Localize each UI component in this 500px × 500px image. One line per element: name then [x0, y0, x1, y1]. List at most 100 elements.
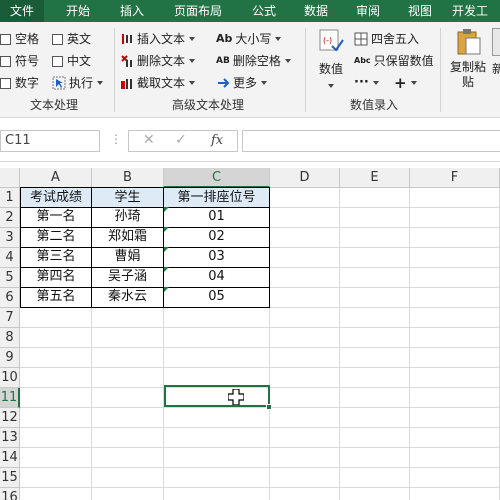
insert-function-icon[interactable]: fx — [211, 133, 223, 148]
tab-formulas[interactable]: 公式 — [244, 0, 284, 22]
tab-file[interactable]: 文件 — [0, 0, 44, 22]
fill-handle[interactable] — [266, 404, 272, 410]
select-all-corner[interactable] — [0, 168, 20, 188]
symbol-checkbox-box[interactable] — [0, 55, 11, 67]
english-checkbox-box[interactable] — [52, 33, 63, 45]
plus-button[interactable]: + — [394, 74, 417, 92]
row-header[interactable]: 16 — [0, 488, 20, 500]
row-header[interactable]: 11 — [0, 388, 20, 408]
space-checkbox-box[interactable] — [0, 33, 11, 45]
round-icon — [354, 32, 368, 46]
chinese-checkbox[interactable]: 中文 — [52, 52, 91, 70]
table-cell[interactable]: 第四名 — [20, 267, 92, 288]
gridline — [20, 347, 500, 348]
selected-cell-c11[interactable] — [164, 385, 270, 407]
row-header[interactable]: 6 — [0, 288, 20, 308]
chevron-down-icon — [97, 81, 104, 85]
tab-review[interactable]: 审阅 — [348, 0, 388, 22]
table-cell[interactable]: 吴子涵 — [92, 267, 164, 288]
number-checkbox-box[interactable] — [0, 77, 11, 89]
case-button[interactable]: Ab 大小写 — [216, 30, 282, 48]
row-header[interactable]: 1 — [0, 188, 20, 208]
tab-insert[interactable]: 插入 — [110, 0, 154, 22]
confirm-icon[interactable]: ✓ — [175, 132, 187, 148]
table-cell[interactable]: 03 — [164, 247, 270, 268]
table-cell[interactable]: 郑如霜 — [92, 227, 164, 248]
name-box[interactable]: C11 — [0, 130, 100, 152]
insert-ellipsis-button[interactable]: ··· — [354, 74, 379, 92]
table-cell[interactable]: 05 — [164, 287, 270, 308]
tab-data[interactable]: 数据 — [296, 0, 336, 22]
tab-developer[interactable]: 开发工 — [452, 0, 500, 22]
copy-paste-button[interactable]: 复制粘贴 — [448, 28, 488, 94]
chinese-checkbox-box[interactable] — [52, 55, 63, 67]
delete-spaces-label: 删除空格 — [232, 54, 281, 68]
column-header[interactable]: B — [92, 168, 164, 188]
number-checkbox[interactable]: 数字 — [0, 74, 39, 92]
column-header[interactable]: E — [340, 168, 410, 188]
ribbon-tab-bar: 文件 开始 插入 页面布局 公式 数据 审阅 视图 开发工 — [0, 0, 500, 22]
extract-text-button[interactable]: 截取文本 — [120, 74, 196, 92]
more-label: 更多 — [233, 76, 258, 90]
table-cell[interactable]: 04 — [164, 267, 270, 288]
english-checkbox[interactable]: 英文 — [52, 30, 91, 48]
space-checkbox[interactable]: 空格 — [0, 30, 39, 48]
table-header-cell[interactable]: 考试成绩 — [20, 187, 92, 208]
column-header[interactable]: F — [410, 168, 500, 188]
more-icon — [216, 76, 230, 90]
column-header[interactable]: A — [20, 168, 92, 188]
table-cell[interactable]: 第二名 — [20, 227, 92, 248]
row-header[interactable]: 15 — [0, 468, 20, 488]
tab-home[interactable]: 开始 — [56, 0, 100, 22]
case-icon: Ab — [216, 32, 233, 45]
table-cell[interactable]: 01 — [164, 207, 270, 228]
formula-input[interactable] — [242, 130, 500, 152]
chevron-down-icon — [189, 81, 196, 85]
table-cell[interactable]: 孙琦 — [92, 207, 164, 228]
table-cell[interactable]: 02 — [164, 227, 270, 248]
execute-button[interactable]: 执行 — [52, 74, 104, 92]
table-header-cell[interactable]: 学生 — [92, 187, 164, 208]
new-button-partial[interactable]: 新 — [492, 28, 500, 94]
chevron-down-icon — [189, 37, 196, 41]
more-options-icon[interactable]: ⋮ — [110, 132, 122, 146]
value-label: 数值 — [318, 62, 343, 76]
table-cell[interactable]: 秦水云 — [92, 287, 164, 308]
column-header[interactable]: C — [164, 168, 270, 188]
table-header-cell[interactable]: 第一排座位号 — [164, 187, 270, 208]
row-header[interactable]: 14 — [0, 448, 20, 468]
dots-icon: ··· — [354, 75, 369, 90]
row-header[interactable]: 10 — [0, 368, 20, 388]
chevron-down-icon — [261, 81, 268, 85]
delete-text-label: 删除文本 — [137, 54, 186, 68]
insert-text-button[interactable]: 插入文本 — [120, 30, 196, 48]
more-button[interactable]: 更多 — [216, 74, 268, 92]
value-button[interactable]: (-) 数值 — [314, 28, 348, 92]
delete-spaces-icon: AB — [216, 56, 230, 66]
row-header[interactable]: 2 — [0, 208, 20, 228]
keep-value-button[interactable]: Abc 只保留数值 — [354, 52, 434, 70]
delete-spaces-button[interactable]: AB 删除空格 — [216, 52, 291, 70]
tab-page-layout[interactable]: 页面布局 — [166, 0, 230, 22]
table-cell[interactable]: 第一名 — [20, 207, 92, 228]
cancel-icon[interactable]: ✕ — [143, 132, 155, 148]
table-cell[interactable]: 第五名 — [20, 287, 92, 308]
round-button[interactable]: 四舍五入 — [354, 30, 419, 48]
symbol-checkbox[interactable]: 符号 — [0, 52, 39, 70]
tab-view[interactable]: 视图 — [400, 0, 440, 22]
row-header[interactable]: 3 — [0, 228, 20, 248]
table-cell[interactable]: 第三名 — [20, 247, 92, 268]
table-cell[interactable]: 曹娟 — [92, 247, 164, 268]
row-header[interactable]: 8 — [0, 328, 20, 348]
row-header[interactable]: 5 — [0, 268, 20, 288]
row-header[interactable]: 4 — [0, 248, 20, 268]
group-divider — [114, 28, 115, 112]
row-header[interactable]: 13 — [0, 428, 20, 448]
cell-text: 学生 — [114, 190, 141, 205]
row-header[interactable]: 12 — [0, 408, 20, 428]
row-header[interactable]: 9 — [0, 348, 20, 368]
column-header[interactable]: D — [270, 168, 340, 188]
row-header[interactable]: 7 — [0, 308, 20, 328]
delete-text-button[interactable]: 删除文本 — [120, 52, 196, 70]
cell-text: 郑如霜 — [107, 229, 147, 244]
